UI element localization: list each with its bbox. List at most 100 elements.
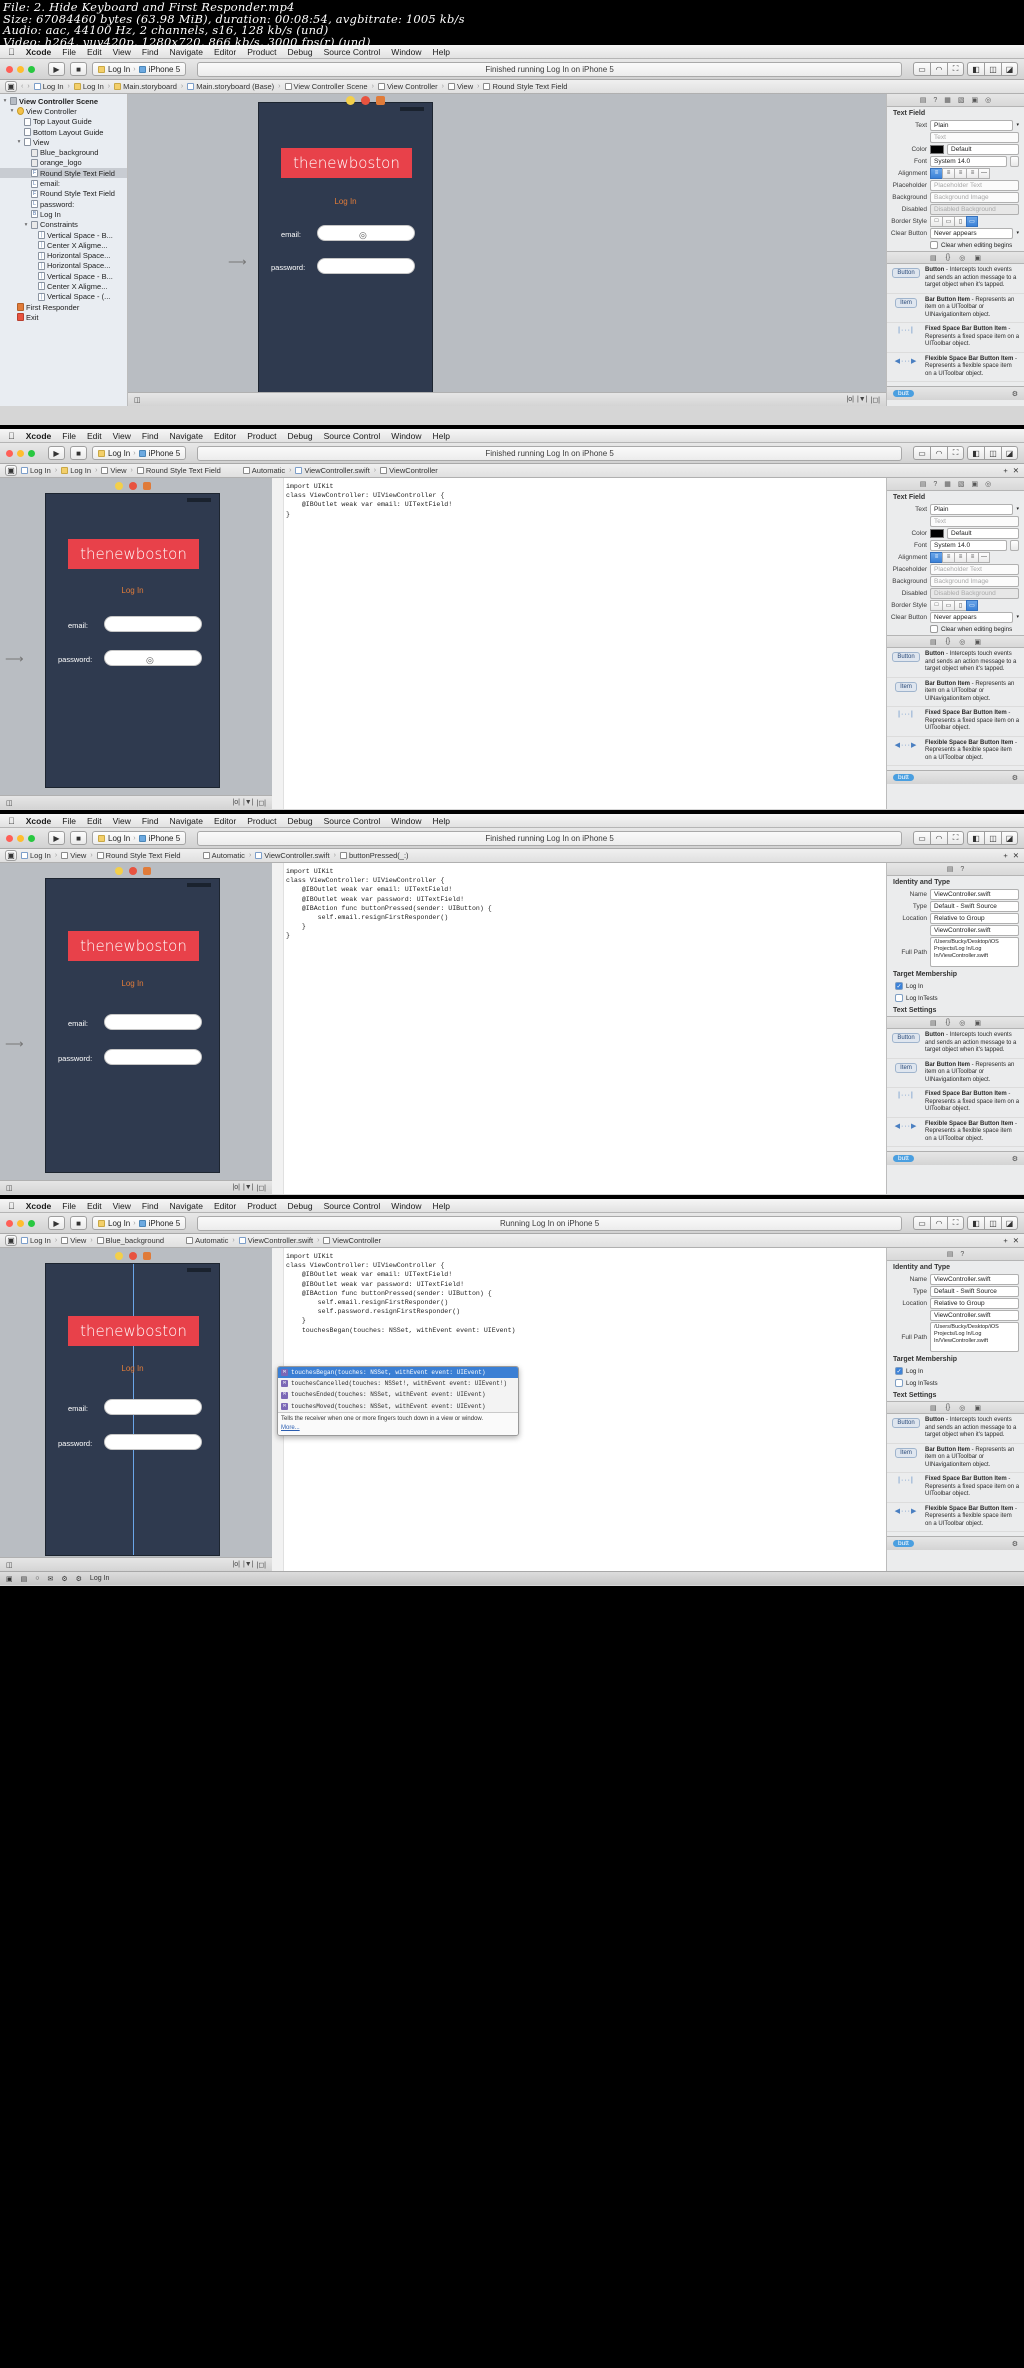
library-item[interactable]: ◀···▶ Flexible Space Bar Button Item - Re… bbox=[887, 1503, 1024, 1532]
mac-dock[interactable]: ▣ ▤ ○ ✉ ⚙ ⚙ Log In bbox=[0, 1571, 1024, 1585]
stop-button[interactable]: ■ bbox=[70, 446, 87, 460]
color-value[interactable]: Default bbox=[947, 527, 1019, 539]
menu-item-navigate[interactable]: Navigate bbox=[169, 431, 203, 441]
resolve-icon[interactable]: |▼| bbox=[243, 1184, 254, 1191]
chevron-down-icon[interactable]: ▾ bbox=[1016, 506, 1019, 512]
font-stepper[interactable] bbox=[1010, 155, 1019, 167]
email-textfield[interactable] bbox=[104, 1014, 202, 1030]
menu-item-source-control[interactable]: Source Control bbox=[324, 816, 381, 826]
library-filter-bar[interactable]: butt ⚙ bbox=[887, 770, 1024, 784]
email-textfield[interactable] bbox=[104, 616, 202, 632]
menu-item-source-control[interactable]: Source Control bbox=[324, 431, 381, 441]
outline-item[interactable]: orange_logo bbox=[0, 158, 127, 168]
library-filter-bar[interactable]: butt ⚙ bbox=[887, 386, 1024, 400]
zoom-button[interactable] bbox=[28, 449, 35, 457]
alignment-option[interactable]: ≡ bbox=[954, 551, 966, 563]
checkbox[interactable] bbox=[930, 625, 938, 633]
library-filter-field[interactable]: butt bbox=[893, 1155, 914, 1162]
outline-item[interactable]: Blue_background bbox=[0, 147, 127, 157]
chevron-down-icon[interactable]: ▾ bbox=[1016, 122, 1019, 128]
phone-preview-1[interactable]: thenewboston Log In email: password: ◎ bbox=[258, 102, 433, 402]
menu-item-debug[interactable]: Debug bbox=[288, 431, 313, 441]
close-assistant-icon[interactable]: ✕ bbox=[1013, 1236, 1019, 1245]
menu-item-xcode[interactable]: Xcode bbox=[26, 47, 52, 57]
library-item[interactable]: |···| Fixed Space Bar Button Item - Repre… bbox=[887, 1088, 1024, 1118]
autocomplete-item[interactable]: MtouchesCancelled(touches: NSSet!, withE… bbox=[278, 1378, 518, 1389]
outline-item[interactable]: ▾ Constraints bbox=[0, 220, 127, 230]
target-row[interactable]: ✓ Log In bbox=[887, 980, 1024, 992]
outline-item[interactable]: │ Vertical Space - (... bbox=[0, 292, 127, 302]
constrain-icon[interactable]: |o| bbox=[846, 396, 854, 403]
menu-item-product[interactable]: Product bbox=[247, 431, 276, 441]
navigator-filter-icon[interactable]: ▣ bbox=[5, 81, 17, 92]
outline-item[interactable]: ▾ View Controller Scene bbox=[0, 96, 127, 106]
gear-icon[interactable]: ⚙ bbox=[1012, 390, 1018, 398]
jumpbar-crumb-3[interactable]: Round Style Text Field bbox=[136, 466, 221, 475]
border-style-option[interactable]: ▯ bbox=[954, 599, 966, 611]
file-inspector-tab[interactable]: ▤ bbox=[920, 480, 927, 488]
target-row[interactable]: ✓ Log In bbox=[887, 1365, 1024, 1377]
interface-builder-canvas-4[interactable]: thenewboston Log In email: password: ◫ |… bbox=[0, 1248, 272, 1571]
inspector-value[interactable]: /Users/Bucky/Desktop/iOS Projects/Log In… bbox=[930, 1322, 1019, 1352]
password-textfield[interactable] bbox=[104, 1049, 202, 1065]
phone-preview-2[interactable]: thenewboston Log In email: password: ◎ bbox=[45, 493, 220, 788]
dropdown[interactable]: Plain bbox=[930, 119, 1014, 131]
assistant-crumb-1[interactable]: ViewController.swift bbox=[255, 851, 330, 860]
dropdown[interactable]: Plain bbox=[930, 503, 1014, 515]
menu-item-edit[interactable]: Edit bbox=[87, 816, 102, 826]
toggle-debug-button[interactable]: ◫ bbox=[984, 1216, 1001, 1230]
window-controls-2[interactable] bbox=[6, 449, 35, 457]
library-filter-bar[interactable]: butt ⚙ bbox=[887, 1536, 1024, 1550]
inspector-tab-bar[interactable]: ▤? bbox=[887, 1248, 1024, 1261]
toggle-navigator-button[interactable]: ◧ bbox=[967, 1216, 984, 1230]
menu-item-navigate[interactable]: Navigate bbox=[169, 1201, 203, 1211]
menu-item-edit[interactable]: Edit bbox=[87, 1201, 102, 1211]
inspector-value[interactable]: Default - Swift Source bbox=[930, 1285, 1019, 1297]
jumpbar-crumb-0[interactable]: Log In bbox=[21, 466, 51, 475]
connections-inspector-tab[interactable]: ◎ bbox=[985, 96, 991, 104]
inspector-value[interactable]: /Users/Bucky/Desktop/iOS Projects/Log In… bbox=[930, 937, 1019, 967]
jumpbar-crumb-0[interactable]: Log In bbox=[33, 82, 64, 91]
ib-bottom-bar-1[interactable]: ◫ |o| |▼| |◻| bbox=[128, 392, 886, 406]
jumpbar-crumb-1[interactable]: View bbox=[61, 1236, 86, 1245]
window-controls-1[interactable] bbox=[6, 65, 35, 73]
menu-item-editor[interactable]: Editor bbox=[214, 816, 236, 826]
menu-item-view[interactable]: View bbox=[113, 816, 131, 826]
inspector-value[interactable]: ViewController.swift bbox=[930, 1309, 1019, 1321]
constrain-icon[interactable]: |o| bbox=[232, 1184, 240, 1191]
menu-item-view[interactable]: View bbox=[113, 431, 131, 441]
editor-assistant-button[interactable]: ◠ bbox=[930, 446, 947, 460]
window-controls-4[interactable] bbox=[6, 1219, 35, 1227]
inspector-value[interactable]: ViewController.swift bbox=[930, 1273, 1019, 1285]
target-row[interactable]: Log InTests bbox=[887, 1377, 1024, 1389]
editor-assistant-button[interactable]: ◠ bbox=[930, 62, 947, 76]
password-textfield[interactable] bbox=[317, 258, 415, 274]
scene-dock-3[interactable] bbox=[115, 867, 151, 875]
jumpbar-crumb-0[interactable]: Log In bbox=[21, 851, 51, 860]
inspector-value[interactable]: ViewController.swift bbox=[930, 924, 1019, 936]
stop-button[interactable]: ■ bbox=[70, 831, 87, 845]
autocomplete-item[interactable]: MtouchesEnded(touches: NSSet, withEvent … bbox=[278, 1389, 518, 1400]
menu-bar-4[interactable]:  Xcode File Edit View Find Navigate Edi… bbox=[0, 1199, 1024, 1213]
media-library-tab[interactable]: ▣ bbox=[974, 254, 981, 262]
code-lines[interactable]: import UIKit class ViewController: UIView… bbox=[286, 482, 886, 519]
outline-item[interactable]: Lemail: bbox=[0, 178, 127, 188]
object-library-tab[interactable]: ◎ bbox=[959, 1404, 965, 1412]
color-well[interactable] bbox=[930, 528, 944, 538]
alignment-option[interactable]: ≡ bbox=[930, 551, 942, 563]
toggle-inspector-button[interactable]: ◪ bbox=[1001, 831, 1018, 845]
font-value[interactable]: System 14.0 bbox=[930, 155, 1007, 167]
library-item[interactable]: Item Bar Button Item - Represents an item… bbox=[887, 1444, 1024, 1473]
password-textfield[interactable] bbox=[104, 1434, 202, 1450]
assistant-crumb-2[interactable]: ViewController bbox=[380, 466, 438, 475]
close-assistant-icon[interactable]: ✕ bbox=[1013, 466, 1019, 475]
jumpbar-crumb-2[interactable]: View bbox=[101, 466, 127, 475]
assistant-crumb-0[interactable]: Automatic bbox=[186, 1236, 228, 1245]
menu-bar-1[interactable]:  Xcode File Edit View Find Navigate Edi… bbox=[0, 45, 1024, 59]
jumpbar-crumb-7[interactable]: Round Style Text Field bbox=[483, 82, 567, 91]
editor-standard-button[interactable]: ▭ bbox=[913, 62, 930, 76]
minimize-button[interactable] bbox=[17, 65, 24, 73]
quick-help-tab[interactable]: ? bbox=[960, 866, 964, 873]
attributes-inspector-tab[interactable]: ▧ bbox=[958, 96, 965, 104]
target-checkbox[interactable]: ✓ bbox=[895, 982, 903, 990]
